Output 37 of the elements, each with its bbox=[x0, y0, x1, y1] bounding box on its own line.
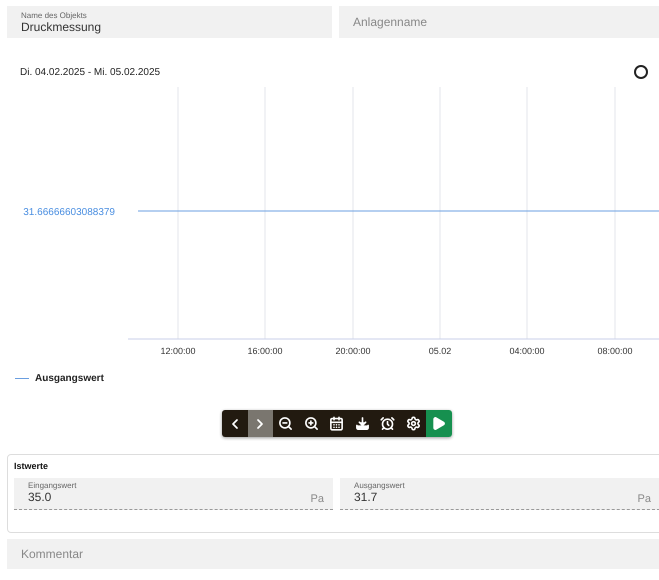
x-axis-label: 16:00:00 bbox=[247, 346, 283, 356]
x-axis-label: 04:00:00 bbox=[509, 346, 545, 356]
unit-label: Pa bbox=[638, 493, 651, 505]
zoom-out-button[interactable] bbox=[273, 410, 298, 437]
field-placeholder: Kommentar bbox=[21, 547, 84, 561]
value-field[interactable]: Ausgangswert 31.7 Pa bbox=[340, 478, 659, 510]
x-axis-label: 08:00:00 bbox=[597, 346, 633, 356]
circle-icon[interactable] bbox=[634, 65, 648, 79]
x-axis-label: 05.02 bbox=[428, 346, 452, 356]
unit-label: Pa bbox=[310, 493, 324, 505]
calendar-icon bbox=[329, 416, 344, 431]
object-name-field[interactable]: Name des Objekts Druckmessung bbox=[7, 6, 332, 38]
x-axis-label: 12:00:00 bbox=[160, 346, 196, 356]
date-range: Di. 04.02.2025 - Mi. 05.02.2025 bbox=[20, 66, 160, 78]
download-icon bbox=[354, 416, 370, 431]
field-value: 35.0 bbox=[28, 490, 52, 504]
play-icon bbox=[431, 416, 446, 431]
clock-icon bbox=[380, 416, 396, 431]
field-label: Eingangswert bbox=[28, 481, 78, 490]
field-value: 31.7 bbox=[354, 490, 378, 504]
zoom-in-icon bbox=[304, 416, 319, 431]
legend-line-icon bbox=[15, 378, 29, 379]
x-axis-label: 20:00:00 bbox=[335, 346, 371, 356]
field-value: Druckmessung bbox=[21, 20, 102, 34]
field-label: Name des Objekts bbox=[21, 10, 88, 20]
field-label: Ausgangswert bbox=[354, 481, 406, 490]
legend-label[interactable]: Ausgangswert bbox=[35, 373, 104, 384]
settings-button[interactable] bbox=[400, 410, 426, 437]
settings-icon bbox=[406, 416, 421, 431]
card-title: Istwerte bbox=[14, 461, 50, 471]
previous-button[interactable] bbox=[222, 410, 248, 437]
play-button[interactable] bbox=[426, 410, 452, 437]
line-value-label: 31.66666603088379 bbox=[23, 207, 115, 218]
value-field[interactable]: Eingangswert 35.0 Pa bbox=[14, 478, 333, 510]
field-placeholder: Anlagenname bbox=[353, 15, 428, 29]
zoom-out-icon bbox=[278, 416, 294, 431]
next-button[interactable] bbox=[248, 410, 273, 437]
